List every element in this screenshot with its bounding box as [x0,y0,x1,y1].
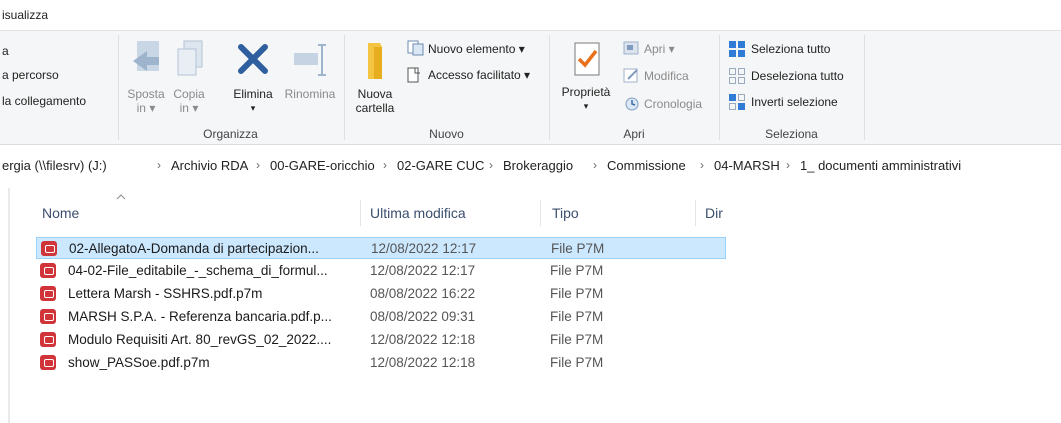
rename-button[interactable]: Rinomina [280,39,340,101]
copy-to-icon [177,40,203,76]
file-row[interactable]: MARSH S.P.A. - Referenza bancaria.pdf.p.… [36,306,726,328]
delete-icon [238,44,268,74]
group-label-open: Apri [623,127,645,141]
column-divider[interactable] [540,200,541,226]
file-name: show_PASSoe.pdf.p7m [68,355,210,370]
rename-icon [294,44,326,76]
p7m-file-icon [40,286,56,301]
breadcrumb-item-brokeraggio[interactable]: Brokeraggio [503,158,573,173]
breadcrumb-item-gare-cuc[interactable]: 02-GARE CUC [397,158,484,173]
tab-view[interactable]: isualizza [2,8,48,22]
file-modified: 12/08/2022 12:18 [370,332,476,347]
paste-shortcut-item[interactable]: la collegamento [2,94,86,108]
history-button[interactable]: Cronologia [644,97,702,111]
ribbon-tab-bar: isualizza [0,0,1061,30]
p7m-file-icon [40,355,56,370]
p7m-file-icon [41,241,57,256]
file-list: Nome Ultima modifica Tipo Dir 02-Allegat… [0,188,1061,423]
group-label-select: Seleziona [765,127,818,141]
p7m-file-icon [40,309,56,324]
clipboard-item-1[interactable]: a [2,44,9,58]
breadcrumb-item-gare-oricchio[interactable]: 00-GARE-oricchio [270,158,375,173]
select-none-button[interactable]: Deseleziona tutto [751,69,844,83]
copy-path-item[interactable]: a percorso [2,68,59,82]
group-label-new: Nuovo [429,127,464,141]
group-separator [344,35,345,140]
group-separator [864,35,865,140]
p7m-file-icon [40,263,56,278]
file-name: Lettera Marsh - SSHRS.pdf.p7m [68,286,263,301]
file-type: File P7M [551,241,605,256]
nav-pane-edge [8,188,10,423]
breadcrumb: ergia (\\filesrv) (J:) › Archivio RDA › … [0,154,1061,178]
file-modified: 08/08/2022 16:22 [370,286,476,301]
properties-button[interactable]: Proprietà ▾ [556,39,616,113]
file-modified: 08/08/2022 09:31 [370,309,476,324]
column-divider[interactable] [360,200,361,226]
select-none-icon [729,68,745,84]
easy-access-icon [407,67,420,83]
column-divider[interactable] [695,200,696,226]
file-row[interactable]: 04-02-File_editabile_-_schema_di_formul.… [36,260,726,282]
group-label-organize: Organizza [203,127,258,141]
chevron-right-icon[interactable]: › [489,158,493,172]
file-row[interactable]: 02-AllegatoA-Domanda di partecipazion...… [36,237,726,259]
edit-icon [623,68,638,83]
chevron-right-icon[interactable]: › [157,158,161,172]
ribbon: a a percorso la collegamento Sposta in ▾… [0,30,1061,145]
new-folder-button[interactable]: Nuova cartella [352,39,398,115]
group-separator [118,35,119,140]
file-name: MARSH S.P.A. - Referenza bancaria.pdf.p.… [68,309,332,324]
file-modified: 12/08/2022 12:18 [370,355,476,370]
group-separator [549,35,550,140]
file-type: File P7M [550,309,604,324]
invert-selection-button[interactable]: Inverti selezione [751,95,838,109]
chevron-right-icon[interactable]: › [256,158,260,172]
column-header-modified[interactable]: Ultima modifica [370,205,466,221]
file-name: 02-AllegatoA-Domanda di partecipazion... [69,241,319,256]
chevron-right-icon[interactable]: › [786,158,790,172]
history-icon [625,97,639,111]
easy-access-button[interactable]: Accesso facilitato ▾ [428,68,530,82]
file-name: 04-02-File_editabile_-_schema_di_formul.… [68,263,328,278]
file-type: File P7M [550,286,604,301]
file-type: File P7M [550,355,604,370]
group-separator [719,35,720,140]
file-type: File P7M [550,263,604,278]
column-header-type[interactable]: Tipo [552,205,579,221]
new-item-button[interactable]: Nuovo elemento ▾ [428,42,525,56]
breadcrumb-item-archive[interactable]: Archivio RDA [171,158,248,173]
copy-to-button[interactable]: Copia in ▾ [170,39,208,115]
column-header-size[interactable]: Dir [705,205,723,221]
file-row[interactable]: Lettera Marsh - SSHRS.pdf.p7m 08/08/2022… [36,283,726,305]
breadcrumb-item-marsh[interactable]: 04-MARSH [714,158,780,173]
file-name: Modulo Requisiti Art. 80_revGS_02_2022..… [68,332,332,347]
edit-button[interactable]: Modifica [644,69,689,83]
invert-selection-icon [729,94,745,110]
move-to-icon [133,41,159,71]
p7m-file-icon [40,332,56,347]
delete-button[interactable]: Elimina ▾ [228,39,278,115]
file-type: File P7M [550,332,604,347]
file-modified: 12/08/2022 12:17 [370,263,476,278]
chevron-right-icon[interactable]: › [700,158,704,172]
breadcrumb-item-documents[interactable]: 1_ documenti amministrativi [800,158,961,173]
properties-icon [574,42,600,76]
folder-icon [368,43,382,79]
move-to-button[interactable]: Sposta in ▾ [124,39,168,115]
chevron-right-icon[interactable]: › [593,158,597,172]
file-row[interactable]: Modulo Requisiti Art. 80_revGS_02_2022..… [36,329,726,351]
breadcrumb-item-drive[interactable]: ergia (\\filesrv) (J:) [2,158,107,173]
open-button[interactable]: Apri ▾ [644,42,675,56]
chevron-right-icon[interactable]: › [383,158,387,172]
select-all-button[interactable]: Seleziona tutto [751,42,830,56]
file-row[interactable]: show_PASSoe.pdf.p7m 12/08/2022 12:18 Fil… [36,352,726,374]
column-header-name[interactable]: Nome [42,205,79,221]
new-item-icon [407,40,424,56]
open-icon [623,41,639,55]
file-modified: 12/08/2022 12:17 [371,241,477,256]
sort-ascending-icon[interactable] [116,194,126,200]
breadcrumb-item-commissione[interactable]: Commissione [607,158,686,173]
select-all-icon [729,41,745,57]
